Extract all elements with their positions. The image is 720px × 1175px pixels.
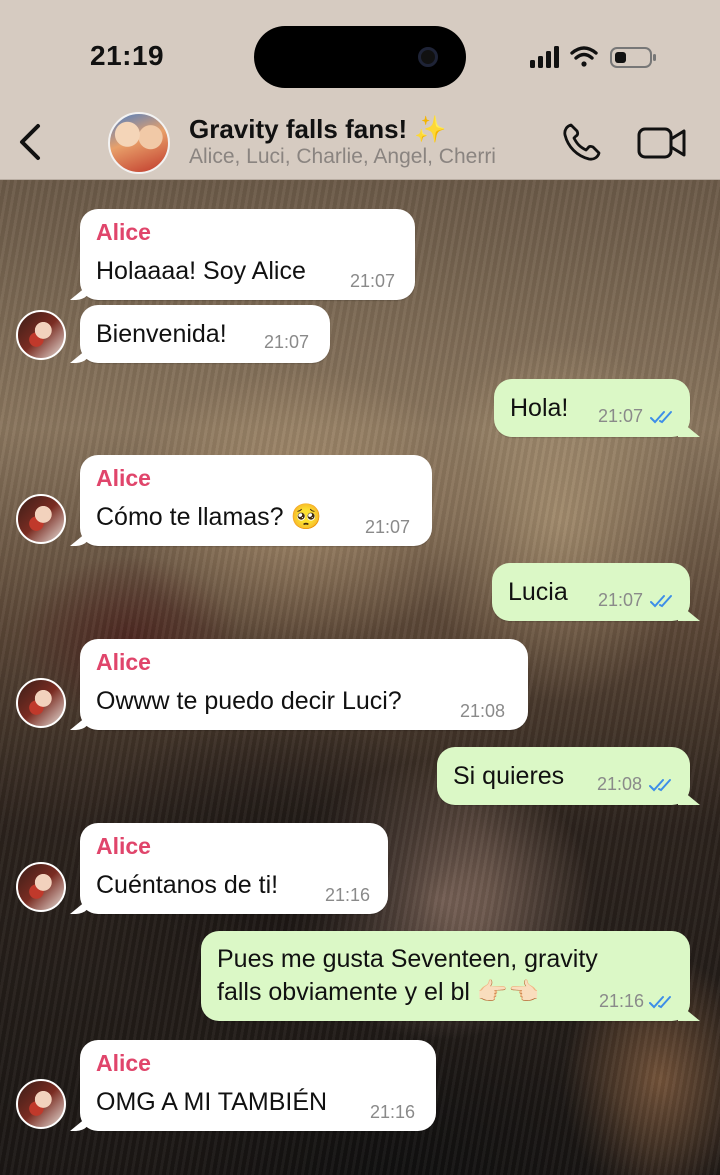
sender-avatar[interactable]	[16, 678, 66, 728]
message-time: 21:16	[370, 1102, 416, 1122]
group-avatar[interactable]	[108, 112, 170, 174]
message-bubble-outgoing[interactable]: Hola! 21:07	[494, 379, 690, 437]
message-text: Owww te puedo decir Luci?	[96, 687, 402, 715]
battery-icon	[610, 47, 656, 68]
sender-avatar[interactable]	[16, 862, 66, 912]
message-time: 21:07	[598, 406, 644, 426]
sender-name: Alice	[96, 649, 151, 675]
message-bubble-incoming[interactable]: Alice Cómo te llamas? 🥺 21:07	[80, 455, 432, 546]
sender-name: Alice	[96, 465, 151, 491]
message-bubble-outgoing[interactable]: Lucia 21:07	[492, 563, 690, 621]
message-text: Bienvenida!	[96, 320, 227, 348]
message-bubble-incoming[interactable]: Bienvenida! 21:07	[80, 305, 330, 363]
message-text: Lucia	[508, 578, 568, 606]
message-time: 21:07	[350, 271, 396, 291]
sender-avatar[interactable]	[16, 310, 66, 360]
message-time: 21:07	[365, 517, 411, 537]
sender-name: Alice	[96, 1050, 151, 1076]
message-time: 21:16	[599, 991, 645, 1011]
sender-name: Alice	[96, 833, 151, 859]
dynamic-island	[254, 26, 466, 88]
chat-header: 21:19 Gravity falls fans! ✨ Alice, Luci,…	[0, 0, 720, 180]
signal-icon	[530, 46, 559, 68]
message-text: Hola!	[510, 394, 569, 422]
group-members[interactable]: Alice, Luci, Charlie, Angel, Cherri	[189, 145, 496, 169]
message-text-line-1: Pues me gusta Seventeen, gravity	[217, 945, 598, 973]
sender-avatar[interactable]	[16, 1079, 66, 1129]
wifi-icon	[570, 46, 598, 67]
message-bubble-incoming[interactable]: Alice Holaaaa! Soy Alice 21:07	[80, 209, 415, 300]
phone-call-icon[interactable]	[560, 120, 604, 164]
message-time: 21:16	[325, 885, 371, 905]
message-bubble-incoming[interactable]: Alice Cuéntanos de ti! 21:16	[80, 823, 388, 914]
sender-avatar[interactable]	[16, 494, 66, 544]
read-receipt-icon	[650, 595, 672, 608]
message-bubble-outgoing[interactable]: Si quieres 21:08	[437, 747, 690, 805]
read-receipt-icon	[649, 779, 671, 792]
message-text: Cuéntanos de ti!	[96, 871, 279, 899]
message-bubble-outgoing[interactable]: Pues me gusta Seventeen, gravity falls o…	[201, 931, 690, 1021]
video-call-icon[interactable]	[636, 124, 688, 162]
message-text: Holaaaa! Soy Alice	[96, 257, 306, 285]
read-receipt-icon	[650, 411, 672, 424]
message-text-line-2: falls obviamente y el bl 👉🏻👈🏻	[217, 978, 540, 1006]
read-receipt-icon	[649, 996, 671, 1009]
message-text: Cómo te llamas? 🥺	[96, 503, 322, 531]
message-time: 21:07	[264, 332, 310, 352]
back-chevron-icon[interactable]	[14, 120, 44, 164]
message-time: 21:08	[597, 774, 643, 794]
message-bubble-incoming[interactable]: Alice OMG A MI TAMBIÉN 21:16	[80, 1040, 436, 1131]
status-icons	[530, 46, 656, 68]
front-camera-icon	[418, 47, 438, 67]
group-title[interactable]: Gravity falls fans! ✨	[189, 114, 447, 145]
message-time: 21:07	[598, 590, 644, 610]
message-text: Si quieres	[453, 762, 565, 790]
message-bubble-incoming[interactable]: Alice Owww te puedo decir Luci? 21:08	[80, 639, 528, 730]
message-text: OMG A MI TAMBIÉN	[96, 1088, 328, 1116]
status-time: 21:19	[90, 40, 165, 71]
sender-name: Alice	[96, 219, 151, 245]
message-time: 21:08	[460, 701, 506, 721]
